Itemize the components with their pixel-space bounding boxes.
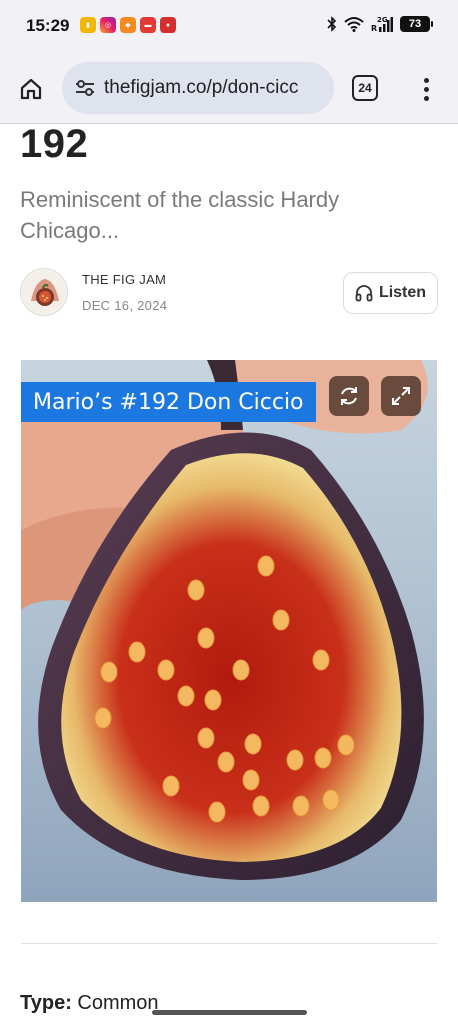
bluetooth-icon: [327, 16, 337, 32]
signal-label: 2G: [377, 16, 388, 24]
fig-type-line: Type: Common: [20, 992, 159, 1015]
cell-signal-icon: R 2G: [371, 16, 393, 32]
image-caption: Mario’s #192 Don Ciccio: [21, 382, 316, 422]
status-time: 15:29: [26, 16, 70, 35]
expand-icon: [392, 387, 410, 405]
home-icon: [20, 78, 42, 100]
menu-dot: [423, 77, 429, 83]
listen-button[interactable]: Listen: [343, 272, 438, 314]
status-bar: 15:29 ▮ ◎ ◆ ▬ ● R 2G 73: [0, 0, 458, 52]
menu-dot: [423, 86, 429, 92]
site-settings-icon[interactable]: [74, 77, 96, 99]
more-menu-button[interactable]: [416, 74, 436, 104]
notification-icons: ▮ ◎ ◆ ▬ ●: [80, 17, 176, 33]
instagram-icon: ◎: [100, 17, 116, 33]
svg-text:R: R: [371, 24, 377, 32]
post-subtitle: Reminiscent of the classic Hardy Chicago…: [20, 187, 340, 243]
wifi-icon: [344, 17, 364, 32]
app-notification-3-icon: ◆: [120, 17, 136, 33]
system-icons: R 2G 73: [327, 16, 433, 32]
fig-photo[interactable]: [21, 360, 437, 902]
listen-label: Listen: [378, 284, 427, 301]
type-label: Type:: [20, 992, 72, 1014]
refresh-image-button[interactable]: [329, 376, 369, 416]
app-notification-1-icon: ▮: [80, 17, 96, 33]
section-divider: [21, 943, 437, 944]
author-name[interactable]: THE FIG JAM: [82, 272, 166, 287]
address-bar[interactable]: thefigjam.co/p/don-cicc: [62, 62, 334, 114]
app-notification-5-icon: ●: [160, 17, 176, 33]
type-value: Common: [77, 992, 159, 1014]
fig-logo-icon: [21, 269, 67, 315]
battery-indicator: 73: [400, 16, 433, 32]
refresh-icon: [341, 387, 357, 405]
author-avatar[interactable]: [20, 268, 68, 316]
url-text: thefigjam.co/p/don-cicc: [104, 77, 299, 98]
post-date: DEC 16, 2024: [82, 298, 168, 313]
app-notification-4-icon: ▬: [140, 17, 156, 33]
expand-image-button[interactable]: [381, 376, 421, 416]
post-title: 192: [20, 122, 89, 166]
tab-switcher-button[interactable]: 24: [352, 75, 378, 101]
headphones-icon: [355, 285, 373, 302]
fig-illustration: [21, 360, 437, 902]
browser-toolbar: thefigjam.co/p/don-cicc 24: [0, 52, 458, 124]
menu-dot: [423, 95, 429, 101]
gesture-navigation-bar[interactable]: [152, 1010, 307, 1015]
home-button[interactable]: [16, 74, 46, 104]
